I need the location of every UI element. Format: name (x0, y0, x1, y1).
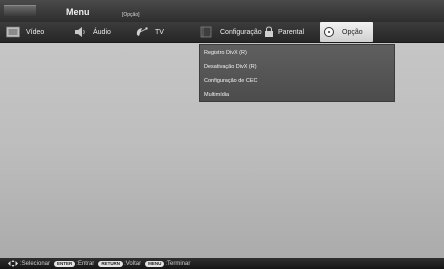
tab-label: Opção (342, 28, 363, 36)
tab-tv[interactable]: TV (135, 22, 164, 42)
tab-audio[interactable]: Áudio (73, 22, 111, 42)
lock-icon (265, 26, 273, 37)
return-key-badge: RETURN (98, 260, 124, 267)
enter-key-badge: ENTER (54, 260, 76, 267)
option-dropdown-menu: Registro DivX (R) Desativação DivX (R) C… (199, 44, 395, 102)
footer-menu-label: :Terminar (165, 260, 191, 267)
speaker-icon (75, 27, 85, 37)
tab-label: Vídeo (26, 28, 45, 36)
film-icon (6, 26, 20, 38)
tab-video[interactable]: Vídeo (6, 22, 44, 42)
navigation-arrows-icon (8, 260, 18, 267)
menu-item-cec-settings[interactable]: Configuração de CEC (204, 78, 258, 84)
footer-enter-label: :Entrar (76, 260, 95, 267)
footer-help-bar: :Selecionar ENTER :Entrar RETURN :Voltar… (0, 258, 444, 269)
tab-opcao[interactable]: Opção (320, 22, 373, 42)
menu-key-badge: MENU (145, 260, 165, 267)
breadcrumb: [Opção] (122, 12, 140, 18)
settings-film-icon (200, 26, 212, 38)
tab-label: Áudio (93, 28, 111, 36)
tab-parental[interactable]: Parental (264, 22, 304, 42)
menu-header: Menu [Opção] (0, 0, 444, 22)
tab-label: Configuração (220, 28, 262, 36)
satellite-dish-icon (136, 27, 148, 36)
menu-title: Menu (66, 7, 90, 17)
menu-item-multimedia[interactable]: Multimídia (204, 92, 229, 98)
tv-logo (4, 5, 36, 16)
menu-item-divx-registration[interactable]: Registro DivX (R) (204, 50, 247, 56)
menu-item-divx-deactivation[interactable]: Desativação DivX (R) (204, 64, 257, 70)
tab-label: Parental (278, 28, 305, 36)
tab-configuracao[interactable]: Configuração (200, 22, 262, 42)
footer-return-label: :Voltar (124, 260, 142, 267)
tab-label: TV (155, 28, 164, 36)
option-disc-icon (324, 27, 334, 37)
tab-bar: Vídeo Áudio TV Configuração Parental Opç… (0, 22, 444, 43)
footer-select-label: :Selecionar (20, 260, 51, 267)
